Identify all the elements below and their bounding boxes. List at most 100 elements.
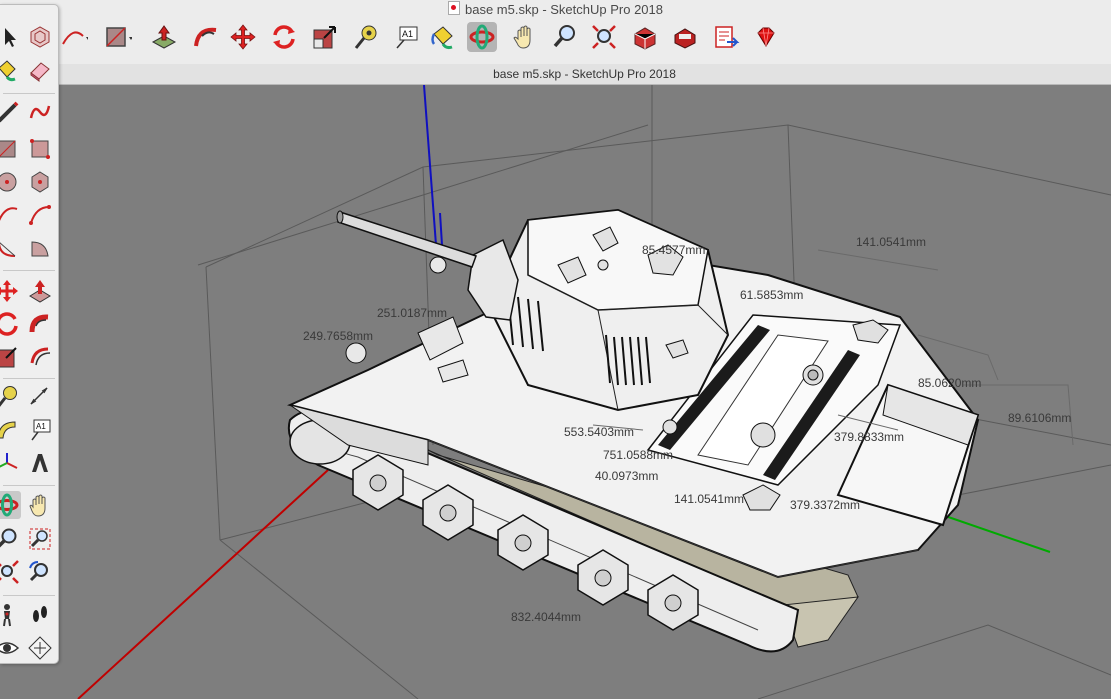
tape-measure-tool-button-palette[interactable]: [0, 383, 21, 411]
dimension-label[interactable]: 379.3372mm: [790, 498, 860, 512]
move-tool-button-palette[interactable]: [0, 277, 21, 305]
scale-tool-button-palette[interactable]: [0, 343, 21, 371]
select-arrow-icon: [5, 28, 16, 47]
follow-me-icon: [29, 314, 49, 333]
document-tab-title: base m5.skp - SketchUp Pro 2018: [493, 67, 676, 81]
dimension-label[interactable]: 251.0187mm: [377, 306, 447, 320]
dimension-label[interactable]: 85.0620mm: [918, 376, 981, 390]
dimension-label[interactable]: 751.0588mm: [603, 448, 673, 462]
rotate-tool-button-palette[interactable]: [0, 310, 21, 338]
dimension-label[interactable]: 85.4577mm: [642, 243, 705, 257]
pie-tool-button[interactable]: [26, 234, 54, 262]
paint-bucket-icon: [0, 60, 16, 82]
extension-manager-tool-button[interactable]: [751, 22, 781, 52]
zoom-magnifier-icon: [0, 528, 17, 548]
offset-icon: [30, 347, 51, 366]
axes-icon: [0, 453, 18, 469]
zoom-window-tool-button[interactable]: [26, 525, 54, 553]
tape-measure-icon: [0, 386, 17, 407]
warehouse-icon: [634, 27, 656, 50]
arc-icon: [0, 207, 18, 221]
pan-hand-icon: [29, 494, 46, 517]
circle-icon: [0, 172, 17, 192]
zoom-extents-tool-button[interactable]: [589, 22, 619, 52]
dimension-label[interactable]: 89.6106mm: [1008, 411, 1071, 425]
dimension-label[interactable]: 141.0541mm: [674, 492, 744, 506]
make-component-tool-button[interactable]: [26, 23, 54, 51]
orbit-tool-button-palette[interactable]: [0, 491, 21, 519]
eraser-tool-button[interactable]: [26, 56, 54, 84]
zoom-extents-tool-button-palette[interactable]: [0, 558, 21, 586]
dimension-label[interactable]: 61.5853mm: [740, 288, 803, 302]
dimension-label[interactable]: 832.4044mm: [511, 610, 581, 624]
follow-me-tool-button[interactable]: [190, 22, 220, 52]
zoom-tool-button[interactable]: [550, 22, 580, 52]
tape-measure-tool-button[interactable]: [351, 22, 381, 52]
dimension-label[interactable]: 141.0541mm: [856, 235, 926, 249]
tank-model-drawing[interactable]: [58, 85, 1111, 699]
red-axis-line: [77, 469, 329, 699]
orbit-tool-button[interactable]: [467, 22, 497, 52]
position-camera-icon: [3, 604, 11, 627]
document-icon: [448, 1, 460, 15]
text-tool-button-palette[interactable]: A1: [26, 416, 54, 444]
pan-tool-button-palette[interactable]: [26, 491, 54, 519]
section-plane-tool-button[interactable]: [26, 634, 54, 662]
3d-text-tool-button[interactable]: [26, 449, 54, 477]
three-point-arc-tool-button[interactable]: [0, 234, 21, 262]
large-tool-set-palette: A1: [0, 4, 59, 664]
dimension-label[interactable]: 249.7658mm: [303, 329, 373, 343]
pan-tool-button[interactable]: [510, 22, 540, 52]
zoom-tool-button-palette[interactable]: [0, 525, 21, 553]
eye-icon: [0, 642, 20, 654]
text-tool-button[interactable]: A1: [392, 22, 422, 52]
select-tool-button[interactable]: [0, 23, 21, 51]
follow-me-tool-button-palette[interactable]: [26, 310, 54, 338]
window-titlebar: base m5.skp - SketchUp Pro 2018 A1: [0, 0, 1111, 65]
zoom-window-icon: [29, 528, 51, 550]
pencil-icon: [0, 101, 19, 123]
follow-me-icon: [194, 27, 217, 47]
3d-warehouse-tool-button[interactable]: [630, 22, 660, 52]
position-camera-tool-button[interactable]: [0, 601, 21, 629]
rectangle-tool-button[interactable]: [102, 22, 132, 52]
rotate-tool-button[interactable]: [269, 22, 299, 52]
model-viewport[interactable]: 141.0541mm 85.4577mm 61.5853mm 251.0187m…: [58, 85, 1111, 699]
zoom-extents-icon: [0, 560, 19, 584]
text-icon-label: A1: [36, 422, 46, 431]
dimension-tool-button[interactable]: [26, 383, 54, 411]
dimension-label[interactable]: 40.0973mm: [595, 469, 658, 483]
line-tool-button[interactable]: [0, 98, 21, 126]
axes-tool-button[interactable]: [0, 449, 21, 477]
arc-tool-button[interactable]: [58, 22, 88, 52]
look-around-tool-button[interactable]: [0, 634, 21, 662]
rectangle-tool-button-palette[interactable]: [0, 135, 21, 163]
gun-mantlet: [467, 238, 519, 321]
arc-tool-button-palette[interactable]: [0, 201, 21, 229]
rotated-rectangle-tool-button[interactable]: [26, 135, 54, 163]
paint-bucket-tool-button[interactable]: [428, 22, 458, 52]
dimension-icon: [30, 387, 48, 405]
push-pull-tool-button-palette[interactable]: [26, 277, 54, 305]
move-tool-button[interactable]: [228, 22, 258, 52]
offset-tool-button[interactable]: [26, 343, 54, 371]
window-title: base m5.skp - SketchUp Pro 2018: [0, 1, 1111, 17]
scale-tool-button[interactable]: [310, 22, 340, 52]
send-to-layout-icon: [715, 26, 740, 48]
two-point-arc-tool-button[interactable]: [26, 201, 54, 229]
scale-icon: [313, 26, 336, 49]
previous-view-tool-button[interactable]: [26, 558, 54, 586]
rectangle-icon: [0, 140, 16, 158]
circle-tool-button[interactable]: [0, 168, 21, 196]
push-pull-tool-button[interactable]: [149, 22, 179, 52]
freehand-tool-button[interactable]: [26, 98, 54, 126]
walk-tool-button[interactable]: [26, 601, 54, 629]
polygon-tool-button[interactable]: [26, 168, 54, 196]
freehand-icon: [29, 105, 51, 119]
dimension-label[interactable]: 379.8833mm: [834, 430, 904, 444]
dimension-label[interactable]: 553.5403mm: [564, 425, 634, 439]
extension-warehouse-tool-button[interactable]: [670, 22, 700, 52]
send-to-layout-tool-button[interactable]: [711, 22, 741, 52]
protractor-tool-button[interactable]: [0, 416, 21, 444]
paint-bucket-tool-button-palette[interactable]: [0, 56, 21, 84]
